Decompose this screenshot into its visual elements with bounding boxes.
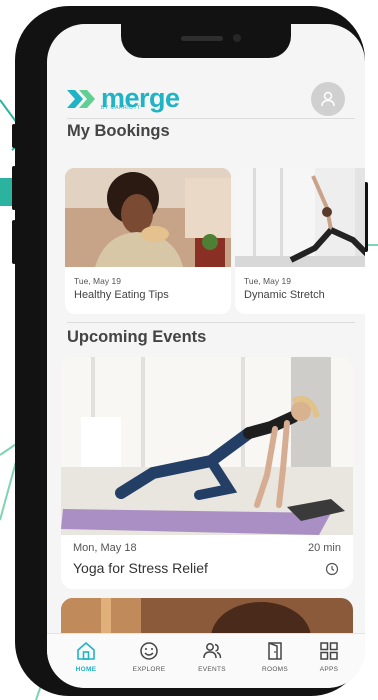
tab-label: EXPLORE	[132, 666, 166, 673]
header-divider	[67, 118, 355, 119]
booking-card[interactable]: Tue, May 19 Dynamic Stretch	[235, 168, 365, 314]
grid-icon	[320, 642, 338, 660]
yoga-event-image	[61, 357, 353, 535]
bookings-title: My Bookings	[67, 122, 170, 140]
bottom-tab-bar: HOME EXPLORE EVENTS ROOMS APPS	[47, 633, 365, 688]
smiley-icon	[140, 642, 158, 660]
booking-date: Tue, May 19	[244, 276, 291, 286]
tab-home[interactable]: HOME	[56, 640, 116, 684]
dynamic-stretch-image	[235, 168, 365, 267]
booking-card[interactable]: Tue, May 19 Healthy Eating Tips	[65, 168, 231, 314]
tab-label: APPS	[319, 666, 339, 673]
clock-icon	[325, 562, 339, 576]
mute-switch	[12, 124, 16, 148]
event-name: Yoga for Stress Relief	[73, 560, 208, 576]
door-icon	[268, 642, 282, 660]
section-divider	[67, 322, 355, 323]
camera	[233, 34, 241, 42]
tab-apps[interactable]: APPS	[299, 640, 359, 684]
tab-label: HOME	[75, 666, 97, 673]
healthy-eating-image	[65, 168, 231, 267]
profile-avatar[interactable]	[311, 82, 345, 116]
event-duration: 20 min	[307, 542, 341, 554]
events-title: Upcoming Events	[67, 328, 207, 346]
people-icon	[203, 643, 222, 659]
notch	[121, 24, 291, 58]
arrows-logo-icon	[67, 90, 95, 108]
booking-name: Dynamic Stretch	[244, 289, 325, 301]
user-icon	[321, 91, 335, 107]
booking-date: Tue, May 19	[74, 276, 121, 286]
booking-name: Healthy Eating Tips	[74, 289, 169, 301]
speaker	[181, 36, 223, 41]
tab-label: EVENTS	[198, 666, 226, 673]
event-date: Mon, May 18	[73, 542, 137, 554]
tab-events[interactable]: EVENTS	[182, 640, 242, 684]
volume-down-button	[12, 220, 16, 264]
phone-frame: merge BY MARRIOTT My Bookings Tue, May 1…	[12, 6, 368, 696]
home-icon	[77, 642, 95, 660]
tab-explore[interactable]: EXPLORE	[119, 640, 179, 684]
tab-rooms[interactable]: ROOMS	[245, 640, 305, 684]
tab-label: ROOMS	[261, 666, 289, 673]
brand-subtitle: BY MARRIOTT	[101, 105, 141, 111]
event-card[interactable]: Mon, May 18 20 min Yoga for Stress Relie…	[61, 357, 353, 589]
app-screen: merge BY MARRIOTT My Bookings Tue, May 1…	[47, 24, 365, 688]
volume-up-button	[12, 166, 16, 210]
